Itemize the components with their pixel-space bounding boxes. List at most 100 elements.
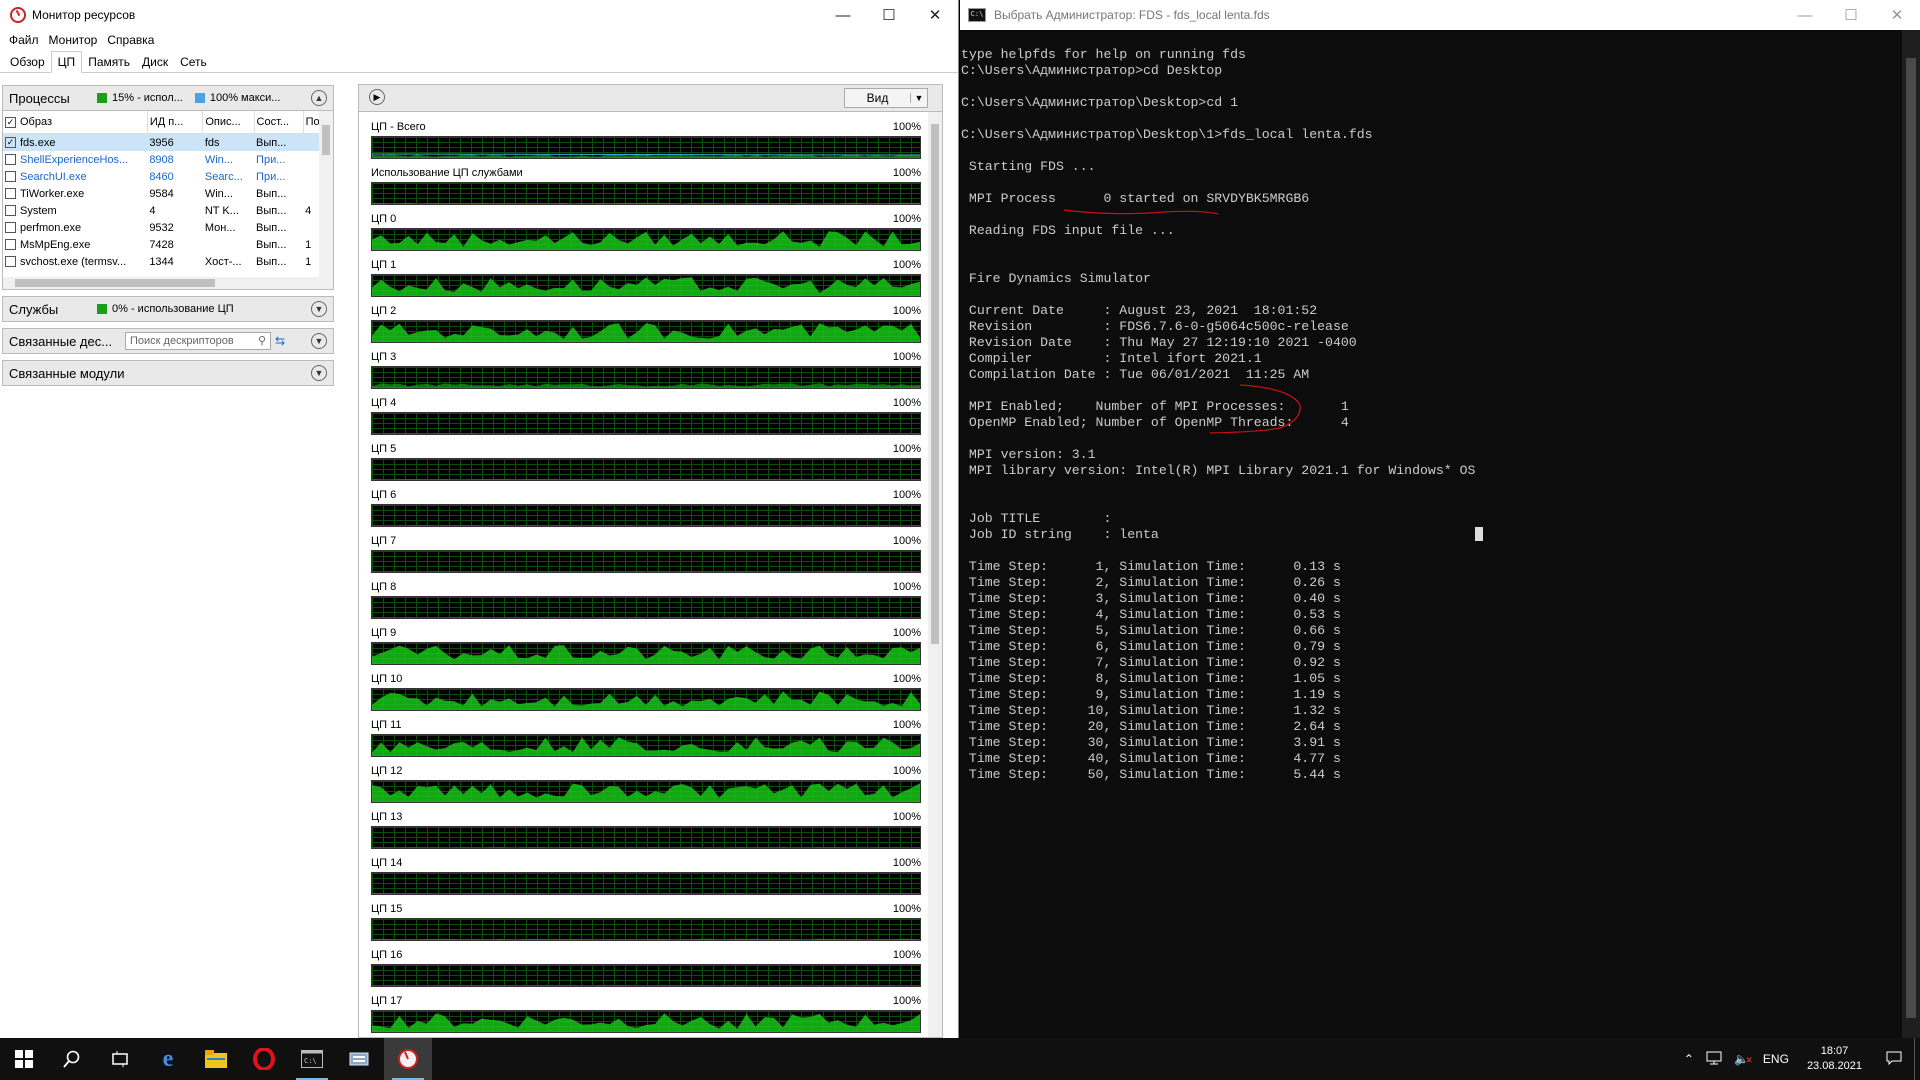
show-desktop-button[interactable] — [1914, 1038, 1920, 1080]
graph-max: 100% — [892, 535, 921, 547]
chevron-right-icon[interactable]: ▶ — [369, 89, 385, 105]
edge-button[interactable]: e — [144, 1038, 192, 1080]
table-row[interactable]: System 4 NT K... Вып... 4 — [3, 202, 333, 219]
expand-chevron-down-icon[interactable]: ▼ — [311, 365, 327, 381]
minimize-button[interactable]: — — [1782, 0, 1828, 30]
graph-max: 100% — [892, 765, 921, 777]
handles-header[interactable]: Связанные дес... Поиск дескрипторов ⚲ ⇆ ▼ — [2, 328, 334, 354]
graph-label-row: ЦП 13 100% — [371, 811, 921, 825]
tab-memory[interactable]: Память — [82, 52, 136, 72]
chevron-up-icon[interactable]: ⌃ — [1678, 1052, 1700, 1066]
close-button[interactable]: ✕ — [1874, 0, 1920, 30]
graphs-header: ▶ Вид ▼ — [359, 85, 942, 112]
console-line: MPI Enabled; Number of MPI Processes: 1 — [961, 399, 1349, 414]
tab-network[interactable]: Сеть — [174, 52, 213, 72]
table-row[interactable]: SearchUI.exe 8460 Searc... При... — [3, 168, 333, 185]
col-desc[interactable]: Опис... — [202, 111, 255, 134]
cell-image[interactable]: svchost.exe (termsv... — [3, 253, 147, 270]
cell-image[interactable]: TiWorker.exe — [3, 185, 147, 202]
menu-help[interactable]: Справка — [102, 33, 159, 47]
processes-header[interactable]: Процессы 15% - испол... 100% макси... ▲ — [2, 85, 334, 111]
rm-titlebar[interactable]: Монитор ресурсов — ☐ ✕ — [0, 0, 958, 30]
resource-monitor-taskbar-button[interactable] — [384, 1038, 432, 1080]
graph-svg — [372, 645, 920, 664]
cpu-usage-area — [372, 202, 920, 204]
volume-muted-icon[interactable]: 🔈 ✕ — [1728, 1052, 1755, 1066]
col-image[interactable]: ✓ Образ — [3, 111, 148, 134]
cell-image[interactable]: SearchUI.exe — [3, 168, 147, 185]
tab-cpu[interactable]: ЦП — [50, 51, 83, 73]
row-checkbox[interactable] — [5, 256, 16, 268]
language-indicator[interactable]: ENG — [1755, 1052, 1797, 1066]
cell-image[interactable]: System — [3, 202, 147, 219]
opera-button[interactable] — [240, 1038, 288, 1080]
clock[interactable]: 18:07 23.08.2021 — [1797, 1044, 1872, 1074]
refresh-icon[interactable]: ⇆ — [275, 334, 285, 348]
process-image-name: MsMpEng.exe — [20, 238, 91, 251]
row-checkbox[interactable] — [5, 154, 16, 166]
maximize-button[interactable]: ☐ — [1828, 0, 1874, 30]
view-button[interactable]: Вид ▼ — [844, 88, 928, 108]
explorer-button[interactable] — [192, 1038, 240, 1080]
start-button[interactable] — [0, 1038, 48, 1080]
row-checkbox[interactable] — [5, 239, 16, 251]
row-checkbox[interactable]: ✓ — [5, 137, 16, 149]
close-button[interactable]: ✕ — [912, 0, 958, 30]
cell-image[interactable]: ShellExperienceHos... — [3, 151, 147, 168]
cpu-usage-area — [372, 985, 920, 986]
row-checkbox[interactable] — [5, 222, 16, 234]
search-button[interactable] — [48, 1038, 96, 1080]
table-row[interactable]: ShellExperienceHos... 8908 Win... При... — [3, 151, 333, 168]
windows-logo-icon — [15, 1050, 33, 1068]
server-manager-button[interactable] — [336, 1038, 384, 1080]
cell-image[interactable]: ✓ fds.exe — [3, 134, 147, 152]
services-header[interactable]: Службы 0% - использование ЦП ▼ — [2, 296, 334, 322]
col-pid[interactable]: ИД п... — [147, 111, 204, 134]
search-icon[interactable]: ⚲ — [258, 334, 266, 347]
table-row[interactable]: perfmon.exe 9532 Мон... Вып... — [3, 219, 333, 236]
graph-svg — [372, 783, 920, 802]
menu-monitor[interactable]: Монитор — [44, 33, 103, 47]
expand-chevron-down-icon[interactable]: ▼ — [311, 301, 327, 317]
cmd-icon: C:\ — [968, 8, 986, 22]
graphs-vscrollbar[interactable] — [928, 112, 942, 1037]
cell-image[interactable]: MsMpEng.exe — [3, 236, 147, 253]
cmd-vscrollbar[interactable] — [1902, 30, 1920, 1038]
cell-pid: 7428 — [149, 238, 174, 251]
row-checkbox[interactable] — [5, 171, 16, 183]
action-center-icon[interactable] — [1872, 1051, 1914, 1068]
menu-file[interactable]: Файл — [4, 33, 44, 47]
row-checkbox[interactable] — [5, 205, 16, 217]
processes-hscrollbar[interactable] — [3, 277, 325, 289]
cmd-taskbar-button[interactable]: C:\ — [288, 1038, 336, 1080]
graph-svg — [372, 153, 920, 158]
cpu-graph: ЦП 15 100% — [371, 903, 921, 941]
collapse-chevron-up-icon[interactable]: ▲ — [311, 90, 327, 106]
task-view-button[interactable] — [96, 1038, 144, 1080]
minimize-button[interactable]: — — [820, 0, 866, 30]
network-icon[interactable] — [1700, 1051, 1728, 1068]
tab-overview[interactable]: Обзор — [4, 52, 51, 72]
rm-window-title: Монитор ресурсов — [32, 8, 136, 22]
cmd-titlebar[interactable]: C:\ Выбрать Администратор: FDS - fds_loc… — [960, 0, 1920, 30]
cpu-graph: ЦП 13 100% — [371, 811, 921, 849]
col-state[interactable]: Сост... — [254, 111, 304, 134]
expand-chevron-down-icon[interactable]: ▼ — [311, 333, 327, 349]
cell-image[interactable]: perfmon.exe — [3, 219, 147, 236]
maximize-button[interactable]: ☐ — [866, 0, 912, 30]
modules-header[interactable]: Связанные модули ▼ — [2, 360, 334, 386]
table-row[interactable]: svchost.exe (termsv... 1344 Хост-... Вып...… — [3, 253, 333, 270]
tab-disk[interactable]: Диск — [136, 52, 174, 72]
select-all-checkbox[interactable]: ✓ — [5, 116, 16, 128]
cell-pid: 4 — [149, 204, 156, 217]
cell-desc: Win... — [204, 187, 233, 200]
console-output[interactable]: type helpfds for help on running fds C:\U… — [961, 47, 1901, 783]
row-checkbox[interactable] — [5, 188, 16, 200]
table-row[interactable]: MsMpEng.exe 7428 Вып... 1 — [3, 236, 333, 253]
table-row[interactable]: TiWorker.exe 9584 Win... Вып... — [3, 185, 333, 202]
processes-vscrollbar[interactable] — [319, 111, 333, 289]
handles-search-input[interactable]: Поиск дескрипторов ⚲ — [125, 332, 271, 350]
table-row[interactable]: ✓ fds.exe 3956 fds Вып... — [3, 133, 333, 152]
